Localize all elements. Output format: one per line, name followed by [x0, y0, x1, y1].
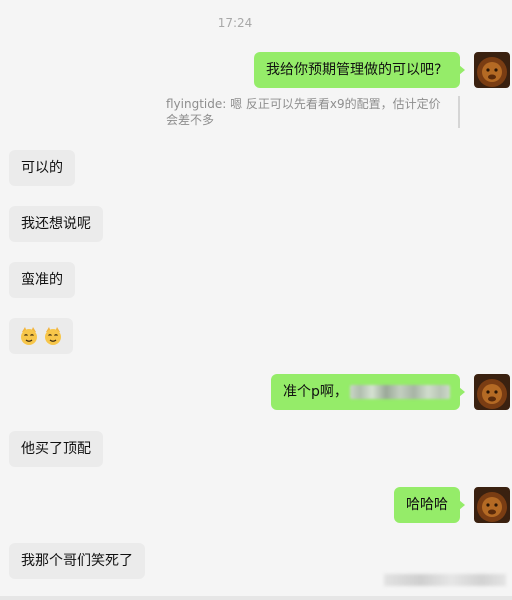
lion-avatar-icon: [474, 374, 510, 410]
message-text: 准个p啊，: [283, 384, 348, 400]
message-text: 我那个哥们笑死了: [21, 553, 133, 569]
message-text: 哈哈哈: [406, 497, 448, 513]
lion-avatar-icon: [474, 487, 510, 523]
avatar[interactable]: [474, 52, 510, 88]
lion-avatar-icon: [474, 52, 510, 88]
message-bubble-incoming[interactable]: 我还想说呢: [9, 206, 103, 242]
cat-emoji-icon: [21, 327, 37, 345]
message-text: 蛮准的: [21, 272, 63, 288]
horizontal-scrollbar[interactable]: [0, 596, 512, 600]
emoji-group: [19, 318, 63, 354]
message-text: 我还想说呢: [21, 216, 91, 232]
avatar[interactable]: [474, 374, 510, 410]
message-bubble-incoming[interactable]: 可以的: [9, 150, 75, 186]
avatar[interactable]: [474, 487, 510, 523]
message-bubble-outgoing[interactable]: 我给你预期管理做的可以吧?: [254, 52, 465, 88]
message-text: 他买了顶配: [21, 441, 91, 457]
message-bubble-outgoing[interactable]: 准个p啊，: [271, 374, 465, 410]
message-bubble-incoming[interactable]: 他买了顶配: [9, 431, 103, 467]
message-bubble-incoming[interactable]: [9, 318, 73, 354]
message-bubble-incoming[interactable]: 蛮准的: [9, 262, 75, 298]
watermark-blur: [384, 574, 506, 586]
message-bubble-outgoing[interactable]: 哈哈哈: [394, 487, 465, 523]
message-text: 可以的: [21, 160, 63, 176]
message-text: 我给你预期管理做的可以吧?: [266, 62, 442, 78]
quoted-reply: flyingtide: 嗯 反正可以先看看x9的配置，估计定价会差不多: [166, 96, 460, 128]
cat-emoji-icon: [45, 327, 62, 345]
message-bubble-incoming[interactable]: 我那个哥们笑死了: [9, 543, 145, 579]
chat-panel: 17:24 我给你预期管理做的可以吧? flyingtide: 嗯 反正可以先看…: [0, 0, 512, 600]
message-timestamp: 17:24: [217, 16, 253, 30]
redacted-text: [349, 385, 450, 399]
